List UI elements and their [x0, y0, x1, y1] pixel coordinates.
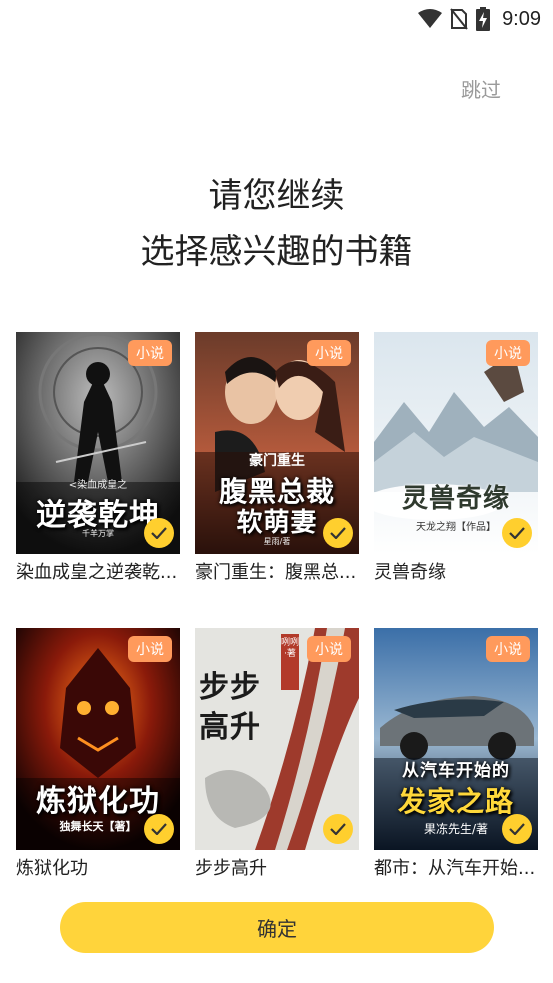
book-card[interactable]: 豪门重生 腹黑总裁 软萌妻 星雨/著 小说 豪门重生：腹黑总... — [195, 332, 359, 584]
selected-check-icon[interactable] — [502, 814, 532, 844]
cover-title: 炼狱化功 — [36, 784, 160, 819]
book-title: 步步高升 — [195, 858, 267, 879]
headline-line-1: 请您继续 — [208, 176, 345, 216]
cover-title: 灵兽奇缘 — [401, 484, 510, 514]
cover-subtitle: <染血成皇之 — [68, 480, 128, 491]
cover-title: 步步高升 — [199, 670, 261, 745]
genre-tag: 小说 — [307, 636, 351, 662]
book-cover[interactable]: 从汽车开始的 发家之路 果冻先生/著 小说 — [374, 628, 538, 850]
status-time: 9:09 — [502, 7, 541, 30]
page-headline: 请您继续 选择感兴趣的书籍 — [0, 168, 553, 280]
book-title: 炼狱化功 — [16, 858, 88, 879]
genre-tag: 小说 — [486, 340, 530, 366]
selected-check-icon[interactable] — [144, 518, 174, 548]
book-title: 都市：从汽车开始... — [374, 858, 536, 879]
selected-check-icon[interactable] — [323, 518, 353, 548]
cover-author: 咧咧·著 — [281, 638, 300, 659]
selected-check-icon[interactable] — [323, 814, 353, 844]
book-card[interactable]: 步步高升 咧咧·著 小说 步步高升 — [195, 628, 359, 880]
genre-tag: 小说 — [307, 340, 351, 366]
status-bar: 9:09 — [0, 0, 553, 38]
book-cover[interactable]: 豪门重生 腹黑总裁 软萌妻 星雨/著 小说 — [195, 332, 359, 554]
battery-charging-icon — [476, 7, 491, 31]
genre-tag: 小说 — [486, 636, 530, 662]
book-cover[interactable]: 炼狱化功 独舞长天【著】 小说 — [16, 628, 180, 850]
book-card[interactable]: 从汽车开始的 发家之路 果冻先生/著 小说 都市：从汽车开始... — [374, 628, 538, 880]
book-card[interactable]: <染血成皇之 逆袭乾坤 千羊万掌 小说 染血成皇之逆袭乾... — [16, 332, 180, 584]
selected-check-icon[interactable] — [144, 814, 174, 844]
book-cover[interactable]: 灵兽奇缘 天龙之翔【作品】 小说 — [374, 332, 538, 554]
no-sim-icon — [450, 8, 468, 30]
selected-check-icon[interactable] — [502, 518, 532, 548]
cover-title-line-2: 发家之路 — [397, 785, 514, 818]
headline-line-2: 选择感兴趣的书籍 — [140, 232, 413, 272]
status-icons: 9:09 — [418, 7, 541, 31]
book-title: 豪门重生：腹黑总... — [195, 562, 357, 583]
book-title: 染血成皇之逆袭乾... — [16, 562, 178, 583]
skip-button[interactable]: 跳过 — [461, 74, 501, 103]
cover-subtitle: 豪门重生 — [249, 453, 305, 469]
wifi-icon — [418, 9, 443, 29]
book-card[interactable]: 灵兽奇缘 天龙之翔【作品】 小说 灵兽奇缘 — [374, 332, 538, 584]
book-card[interactable]: 炼狱化功 独舞长天【著】 小说 炼狱化功 — [16, 628, 180, 880]
book-cover[interactable]: <染血成皇之 逆袭乾坤 千羊万掌 小说 — [16, 332, 180, 554]
genre-tag: 小说 — [128, 340, 172, 366]
genre-tag: 小说 — [128, 636, 172, 662]
book-cover[interactable]: 步步高升 咧咧·著 小说 — [195, 628, 359, 850]
cover-title: 从汽车开始的 — [402, 761, 510, 781]
book-title: 灵兽奇缘 — [374, 562, 446, 583]
confirm-button[interactable]: 确定 — [60, 902, 494, 953]
